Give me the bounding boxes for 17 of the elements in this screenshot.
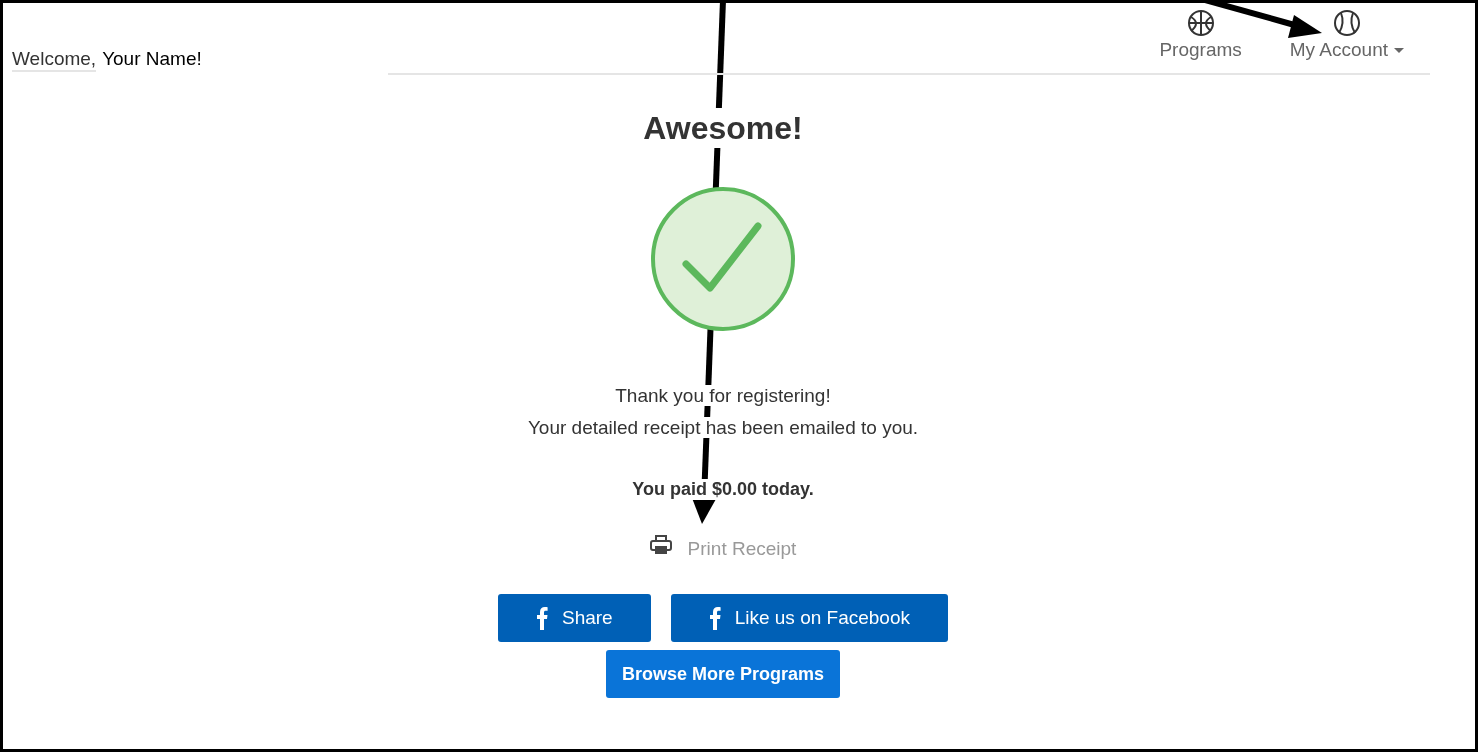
printer-icon <box>649 535 672 555</box>
checkmark-icon <box>650 186 796 332</box>
message-text: Your detailed receipt has been emailed to you. <box>527 417 919 439</box>
welcome-label: Welcome, <box>12 48 97 72</box>
browse-programs-button[interactable]: Browse More Programs <box>605 650 841 698</box>
payment-text: You paid $0.00 today. <box>632 479 814 500</box>
facebook-button[interactable]: Share <box>497 594 651 642</box>
nav-link[interactable]: My Account <box>1289 9 1404 61</box>
success-heading: Awesome! <box>643 108 803 148</box>
nav-link[interactable]: Programs <box>1159 9 1242 61</box>
facebook-icon <box>535 606 548 630</box>
user-name: Your Name! <box>102 48 202 70</box>
ball-icon <box>1332 9 1361 37</box>
message-text: Thank you for registering! <box>615 385 831 407</box>
basketball-icon <box>1186 9 1215 37</box>
facebook-icon <box>708 606 721 630</box>
facebook-button[interactable]: Like us on Facebook <box>670 594 948 642</box>
